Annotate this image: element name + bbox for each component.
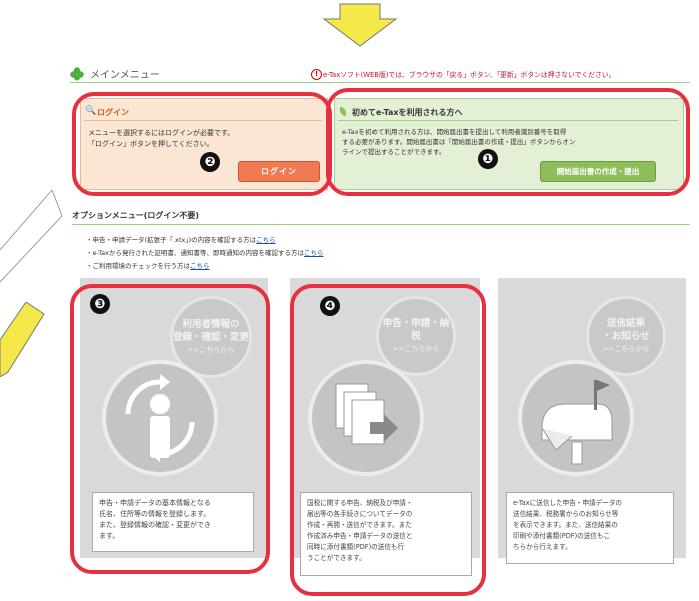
option-text-3: ・ご利用環境のチェックを行う方は [86, 262, 190, 270]
results-desc-1: e-Taxに送信した申告・申請データの [513, 499, 623, 507]
options-heading: オプションメニュー(ログイン不要) [72, 211, 200, 220]
option-link-2[interactable]: こちら [304, 249, 324, 257]
results-desc-3: を表示できます。また、送信結果の [513, 521, 618, 529]
results-desc-5: ちらから行えます。 [513, 543, 572, 551]
option-link-3[interactable]: こちら [190, 262, 210, 270]
results-label-sub: >>こちらから [602, 344, 650, 353]
marker-4: ❹ [320, 296, 340, 316]
page-title: メインメニュー [90, 70, 160, 81]
highlight-ring-login [72, 92, 332, 196]
warning-text: e-Taxソフト(WEB版)では、ブラウザの「戻る」ボタン、「更新」ボタンは押さ… [323, 71, 616, 79]
results-desc-2: 送信結果、税務署からのお知らせ等 [513, 510, 619, 518]
option-line-1: ・申告・申請データ(拡張子「.xtx」)の内容を確認する方はこちら [86, 235, 276, 245]
highlight-ring-user-info [70, 284, 270, 574]
clover-icon [70, 66, 84, 81]
highlight-ring-declaration [290, 284, 486, 596]
down-arrow-icon [322, 3, 398, 47]
option-line-3: ・ご利用環境のチェックを行う方はこちら [86, 261, 210, 271]
option-link-1[interactable]: こちら [256, 236, 276, 244]
option-line-2: ・e-Taxから発行された証明書、通知書等、即時通知の内容を確認する方はこちら [86, 248, 323, 258]
option-text-1: ・申告・申請データ(拡張子「.xtx」)の内容を確認する方は [86, 236, 257, 244]
warning-icon: ! [311, 69, 322, 80]
results-label-1: 送信結果 [606, 317, 645, 329]
callout-line [0, 190, 63, 283]
results-label-2: ・お知らせ [602, 330, 650, 342]
options-divider [72, 224, 690, 225]
side-arrow-icon [0, 302, 45, 377]
results-desc-4: 印刷や添付書類(PDF)の送信もこ [513, 532, 611, 540]
mailbox-icon [518, 360, 634, 476]
marker-3: ❸ [90, 294, 110, 314]
highlight-ring-first [326, 88, 690, 196]
divider [70, 82, 690, 83]
results-description: e-Taxに送信した申告・申請データの 送信結果、税務署からのお知らせ等 を表示… [506, 492, 674, 564]
marker-2: ❷ [200, 152, 220, 172]
option-text-2: ・e-Taxから発行された証明書、通知書等、即時通知の内容を確認する方は [86, 249, 304, 257]
marker-1: ❶ [478, 149, 498, 169]
